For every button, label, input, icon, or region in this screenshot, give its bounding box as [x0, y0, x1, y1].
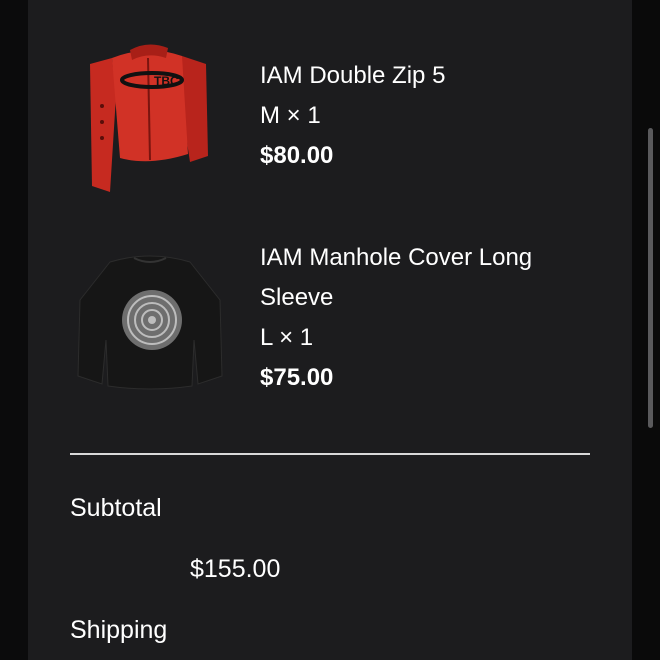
- screen-edge: [632, 0, 660, 660]
- product-name[interactable]: IAM Double Zip 5: [260, 56, 445, 96]
- cart-item-info: IAM Manhole Cover Long Sleeve L × 1 $75.…: [260, 238, 532, 398]
- red-jacket-icon: TBC: [90, 44, 208, 192]
- product-name-line1[interactable]: IAM Manhole Cover Long: [260, 238, 532, 278]
- cart-panel: TBC IAM Double Zip 5 M × 1 $80.00 IAM Ma…: [28, 0, 632, 660]
- product-variant: L × 1: [260, 324, 314, 351]
- product-image-black-longsleeve[interactable]: [70, 240, 230, 400]
- product-image-red-jacket[interactable]: TBC: [70, 36, 230, 196]
- svg-text:TBC: TBC: [154, 74, 179, 88]
- shipping-label: Shipping: [70, 616, 168, 644]
- product-variant: M × 1: [260, 102, 321, 129]
- summary-divider: [70, 453, 590, 455]
- product-price: $75.00: [260, 364, 334, 391]
- product-name-line2[interactable]: Sleeve: [260, 278, 532, 318]
- subtotal-label: Subtotal: [70, 494, 162, 522]
- black-shirt-icon: [77, 255, 223, 390]
- subtotal-value: $155.00: [190, 555, 281, 583]
- cart-item-info: IAM Double Zip 5 M × 1 $80.00: [260, 56, 445, 176]
- product-price: $80.00: [260, 142, 334, 169]
- scrollbar[interactable]: [648, 128, 653, 428]
